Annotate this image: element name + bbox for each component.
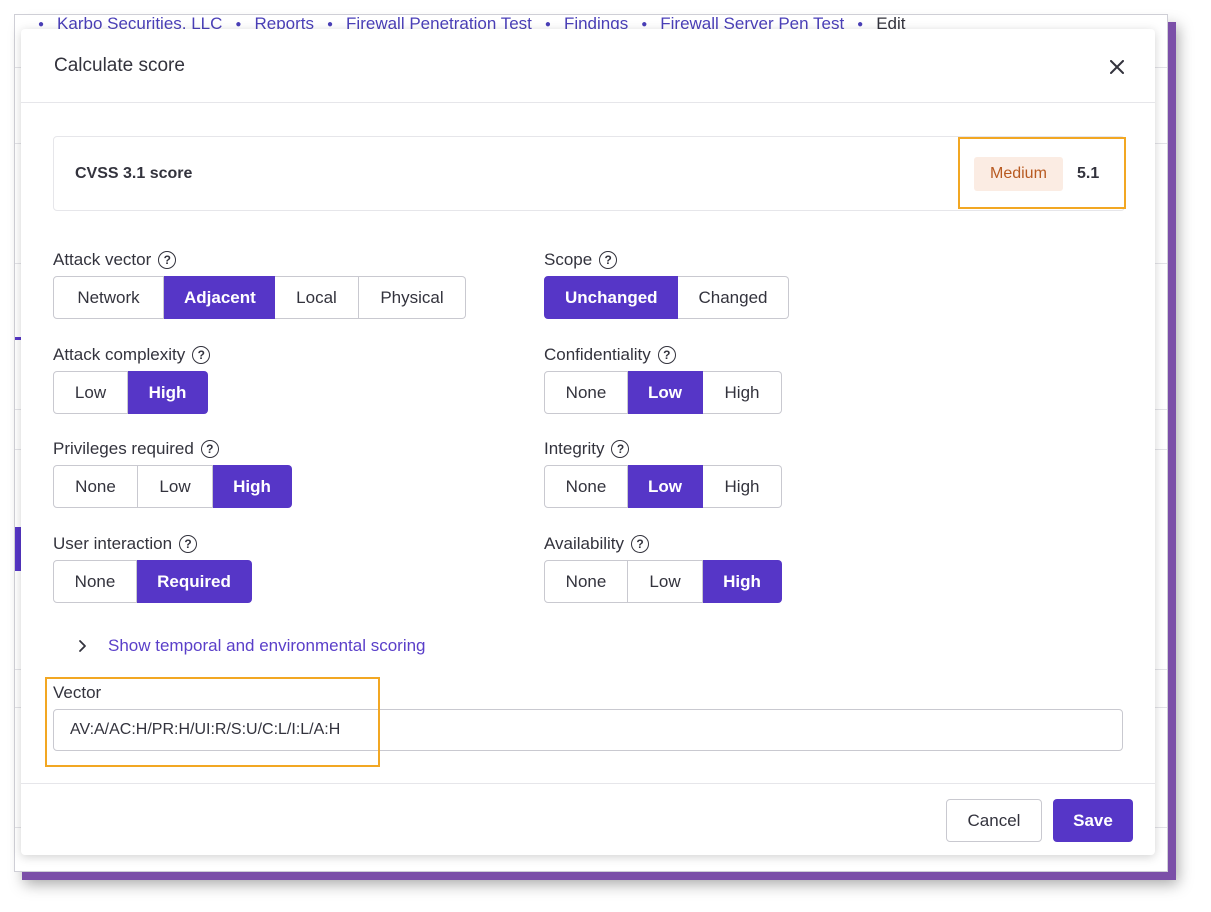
option-required[interactable]: Required <box>137 560 252 603</box>
temporal-environmental-link[interactable]: Show temporal and environmental scoring <box>108 636 426 656</box>
attack-complexity-selector: Low High <box>53 371 210 414</box>
breadcrumb-separator: ● <box>857 18 864 30</box>
chevron-right-icon <box>79 640 86 652</box>
breadcrumb-separator: ● <box>327 18 334 30</box>
scope-selector: Unchanged Changed <box>544 276 789 319</box>
integrity-selector: None Low High <box>544 465 782 508</box>
help-icon[interactable]: ? <box>192 346 211 364</box>
option-high[interactable]: High <box>213 465 292 508</box>
metric-attack-vector: Attack vector ? Network Adjacent Local P… <box>53 249 466 319</box>
option-high[interactable]: High <box>703 371 782 414</box>
help-icon[interactable]: ? <box>158 251 177 269</box>
option-none[interactable]: None <box>53 560 137 603</box>
option-low[interactable]: Low <box>628 371 703 414</box>
metric-label: Integrity <box>544 439 605 458</box>
cancel-button[interactable]: Cancel <box>946 799 1042 842</box>
help-icon[interactable]: ? <box>179 535 198 553</box>
temporal-environmental-toggle[interactable]: Show temporal and environmental scoring <box>76 636 426 656</box>
metric-label: User interaction <box>53 534 173 553</box>
option-none[interactable]: None <box>544 560 628 603</box>
option-low[interactable]: Low <box>138 465 213 508</box>
metric-scope: Scope ? Unchanged Changed <box>544 249 789 319</box>
breadcrumb-separator: ● <box>544 18 551 30</box>
attack-vector-selector: Network Adjacent Local Physical <box>53 276 466 319</box>
metric-label: Confidentiality <box>544 345 651 364</box>
option-changed[interactable]: Changed <box>678 276 789 319</box>
metric-privileges-required: Privileges required ? None Low High <box>53 438 292 508</box>
metric-attack-complexity: Attack complexity ? Low High <box>53 344 211 414</box>
save-button[interactable]: Save <box>1053 799 1133 842</box>
option-none[interactable]: None <box>53 465 138 508</box>
help-icon[interactable]: ? <box>631 535 650 553</box>
vector-highlight-box <box>45 677 380 767</box>
availability-selector: None Low High <box>544 560 782 603</box>
privileges-required-selector: None Low High <box>53 465 292 508</box>
metric-user-interaction: User interaction ? None Required <box>53 533 252 603</box>
option-local[interactable]: Local <box>275 276 359 319</box>
option-none[interactable]: None <box>544 371 628 414</box>
option-high[interactable]: High <box>128 371 208 414</box>
option-low[interactable]: Low <box>53 371 128 414</box>
help-icon[interactable]: ? <box>657 346 676 364</box>
close-button[interactable] <box>1104 54 1130 80</box>
option-none[interactable]: None <box>544 465 628 508</box>
breadcrumb-separator: ● <box>235 18 242 30</box>
metric-integrity: Integrity ? None Low High <box>544 438 782 508</box>
dialog-header: Calculate score <box>21 29 1155 103</box>
option-high[interactable]: High <box>703 560 782 603</box>
help-icon[interactable]: ? <box>611 440 630 458</box>
close-icon <box>1110 60 1124 74</box>
score-label: CVSS 3.1 score <box>75 165 193 182</box>
confidentiality-selector: None Low High <box>544 371 782 414</box>
dialog-title: Calculate score <box>54 55 185 76</box>
option-low[interactable]: Low <box>628 465 703 508</box>
user-interaction-selector: None Required <box>53 560 252 603</box>
dialog-footer: Cancel Save <box>21 783 1155 855</box>
option-low[interactable]: Low <box>628 560 703 603</box>
metric-label: Attack complexity <box>53 345 186 364</box>
help-icon[interactable]: ? <box>200 440 219 458</box>
option-physical[interactable]: Physical <box>359 276 466 319</box>
metric-availability: Availability ? None Low High <box>544 533 782 603</box>
breadcrumb-separator: ● <box>38 18 45 30</box>
metric-confidentiality: Confidentiality ? None Low High <box>544 344 782 414</box>
metric-label: Scope <box>544 250 593 269</box>
option-network[interactable]: Network <box>53 276 164 319</box>
option-unchanged[interactable]: Unchanged <box>544 276 678 319</box>
metric-label: Privileges required <box>53 439 194 458</box>
score-highlight-box <box>958 137 1126 209</box>
option-high[interactable]: High <box>703 465 782 508</box>
breadcrumb-separator: ● <box>641 18 648 30</box>
option-adjacent[interactable]: Adjacent <box>164 276 275 319</box>
metric-label: Attack vector <box>53 250 152 269</box>
help-icon[interactable]: ? <box>599 251 618 269</box>
metric-label: Availability <box>544 534 625 553</box>
